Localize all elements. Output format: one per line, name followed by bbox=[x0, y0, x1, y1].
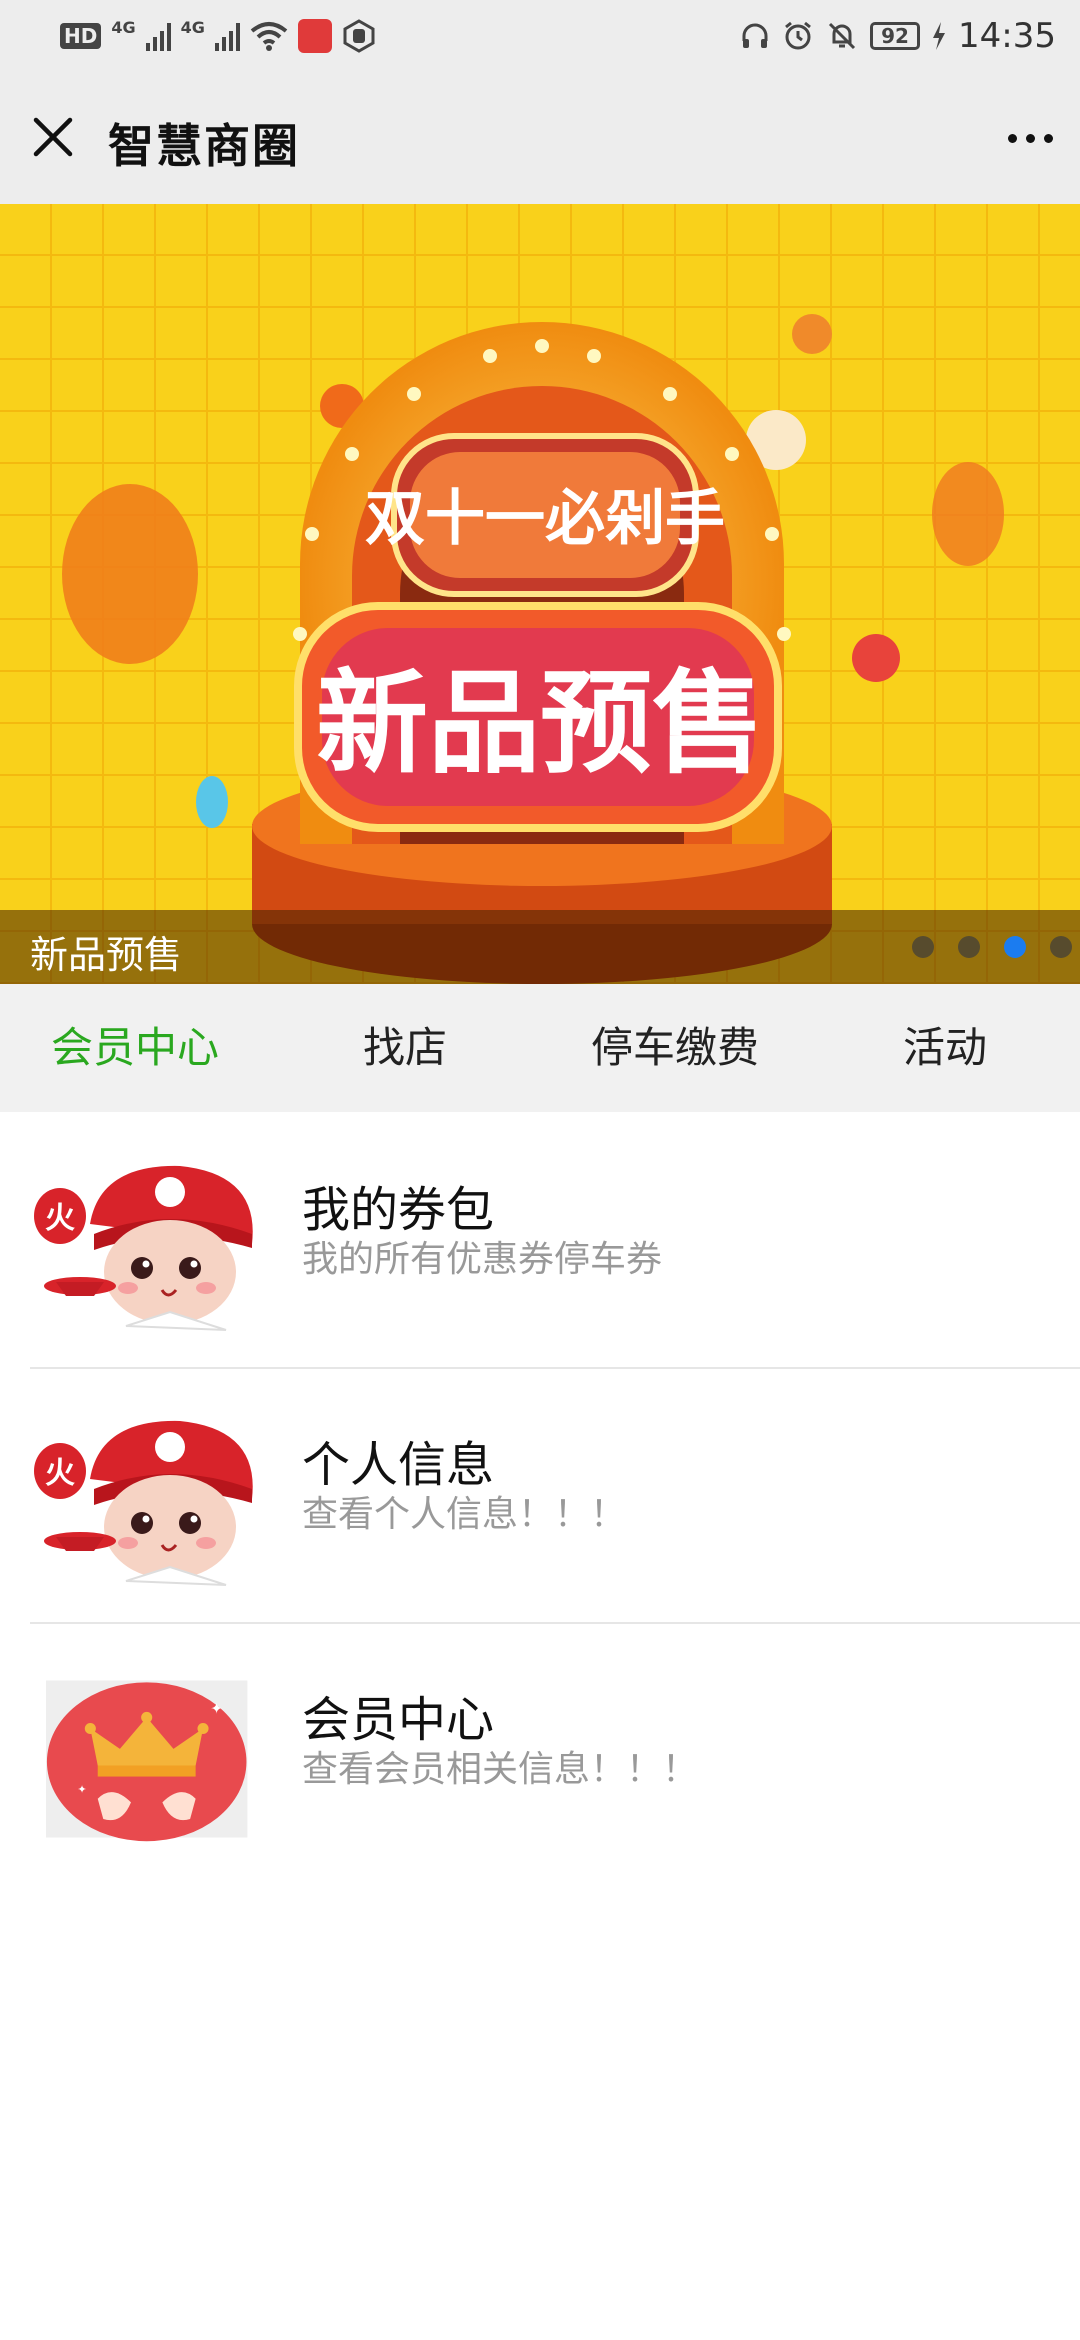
carousel-dot[interactable] bbox=[912, 936, 934, 958]
app-notification-icon bbox=[297, 19, 332, 53]
network-label-1: 4G bbox=[111, 18, 136, 37]
banner-carousel[interactable]: 双十一必剁手 新品预售 新品预售 bbox=[0, 204, 1080, 984]
status-left: HD 4G 4G bbox=[60, 16, 376, 56]
tab-member-center[interactable]: 会员中心 bbox=[0, 984, 270, 1112]
alarm-icon bbox=[785, 21, 811, 50]
tab-bar: 会员中心 找店 停车缴费 活动 bbox=[0, 984, 1080, 1112]
svg-text:火: 火 bbox=[45, 1201, 75, 1236]
banner-top-text: 双十一必剁手 bbox=[365, 484, 725, 554]
banner-image: 双十一必剁手 新品预售 bbox=[0, 204, 1080, 984]
list-item-desc: 查看会员相关信息！！！ bbox=[302, 1749, 699, 1790]
charging-icon bbox=[933, 22, 946, 50]
page-title: 智慧商圈 bbox=[108, 119, 300, 173]
chef-mascot-icon: 火 bbox=[30, 1419, 266, 1589]
list-item-coupons[interactable]: 火 我的券包 我的所有优惠券停车券 bbox=[0, 1112, 1080, 1367]
list-item-member-center[interactable]: ✦ ✦ 会员中心 查看会员相关信息！！！ bbox=[0, 1622, 1080, 1877]
list-item-desc: 查看个人信息！！！ bbox=[302, 1494, 627, 1535]
carousel-dot-active[interactable] bbox=[1004, 936, 1026, 958]
carousel-dot[interactable] bbox=[958, 936, 980, 958]
banner-main-text: 新品预售 bbox=[316, 659, 764, 789]
more-dot bbox=[1007, 133, 1017, 143]
battery-icon: 92 bbox=[870, 22, 921, 50]
signal-icon bbox=[145, 21, 171, 51]
tab-activities[interactable]: 活动 bbox=[810, 984, 1080, 1112]
wifi-icon bbox=[250, 22, 288, 51]
carousel-indicators bbox=[912, 936, 1072, 958]
list-item-desc: 我的所有优惠券停车券 bbox=[302, 1239, 663, 1280]
clock: 14:35 bbox=[958, 16, 1056, 56]
signal-icon-2 bbox=[214, 21, 240, 51]
hand-icon bbox=[343, 19, 375, 53]
tab-find-store[interactable]: 找店 bbox=[270, 984, 540, 1112]
status-bar: HD 4G 4G 92 14:35 bbox=[0, 0, 1080, 72]
mute-icon bbox=[828, 22, 856, 50]
nav-bar: 智慧商圈 bbox=[0, 72, 1080, 204]
list-item-profile[interactable]: 火 个人信息 查看个人信息！！！ bbox=[0, 1367, 1080, 1622]
more-menu-button[interactable] bbox=[1000, 108, 1060, 168]
hd-badge: HD bbox=[60, 23, 102, 49]
banner-caption-bar: 新品预售 bbox=[0, 910, 1080, 984]
network-label-2: 4G bbox=[180, 18, 205, 37]
headphones-icon bbox=[742, 23, 768, 48]
svg-text:✦: ✦ bbox=[210, 1701, 222, 1718]
tab-parking-payment[interactable]: 停车缴费 bbox=[540, 984, 810, 1112]
more-dot bbox=[1043, 133, 1053, 143]
carousel-dot[interactable] bbox=[1050, 936, 1072, 958]
svg-text:✦: ✦ bbox=[77, 1783, 86, 1796]
menu-list: 火 我的券包 我的所有优惠券停车券 火 个人信息 查看个人信息！！！ ✦ ✦ 会… bbox=[0, 1112, 1080, 1877]
crown-icon: ✦ ✦ bbox=[46, 1680, 248, 1842]
close-icon[interactable] bbox=[26, 108, 82, 168]
more-dot bbox=[1025, 133, 1035, 143]
chef-mascot-icon: 火 bbox=[30, 1164, 266, 1334]
svg-text:火: 火 bbox=[45, 1456, 75, 1491]
status-right: 92 14:35 bbox=[740, 12, 1056, 60]
banner-caption: 新品预售 bbox=[30, 933, 183, 977]
